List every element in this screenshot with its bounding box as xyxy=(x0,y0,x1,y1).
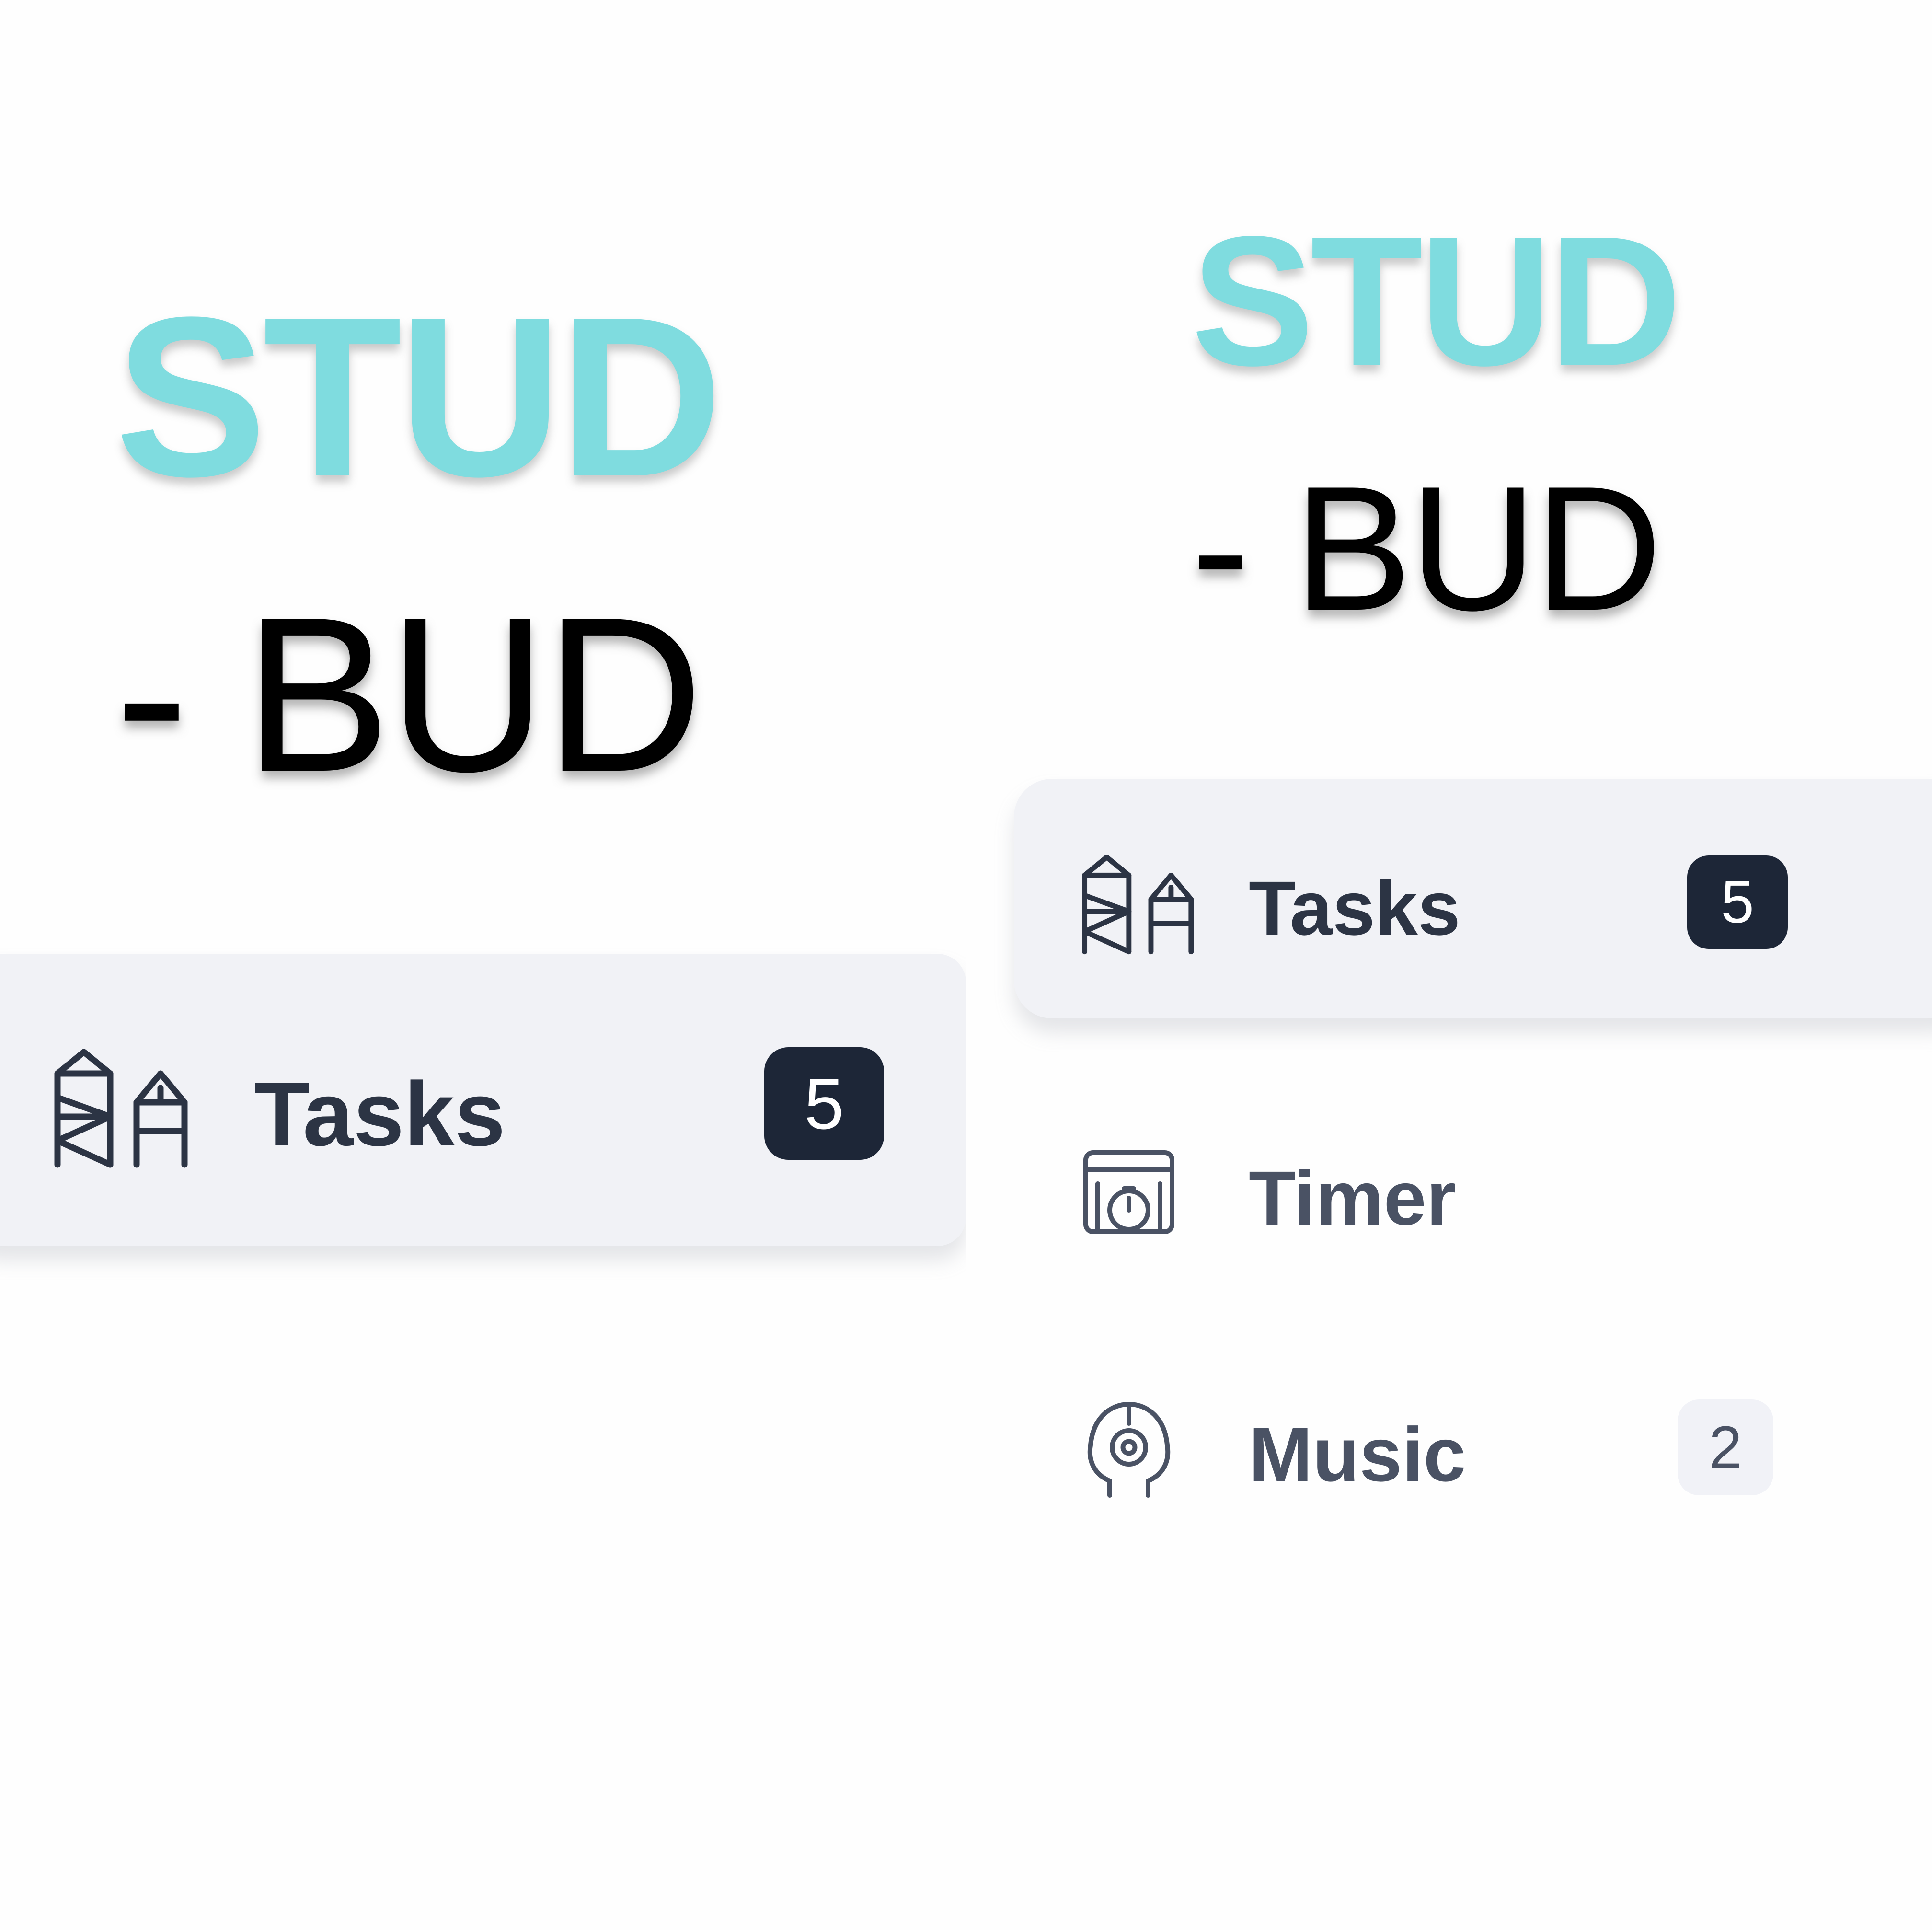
logo-stud-text: STUD xyxy=(115,269,723,524)
sidebar-item-tasks[interactable]: Tasks 5 xyxy=(0,954,966,1246)
sidebar-item-music[interactable]: Music 2 xyxy=(1081,1385,1896,1510)
sidebar-item-tasks[interactable]: Tasks 5 xyxy=(1014,779,1932,1018)
sidebar-item-label: Music xyxy=(1249,1411,1466,1497)
sidebar-item-timer[interactable]: Timer xyxy=(1081,1138,1896,1244)
tasks-count-badge: 5 xyxy=(764,1047,884,1160)
logo-bud-text: - BUD xyxy=(115,572,703,818)
tasks-buildings-icon xyxy=(1082,855,1194,955)
logo-stud-text: STUD xyxy=(1191,197,1682,404)
tasks-buildings-icon xyxy=(54,1049,188,1168)
timer-icon xyxy=(1083,1150,1174,1234)
left-sidebar-panel: STUD - BUD Tasks 5 xyxy=(0,0,966,1930)
logo-bud-text: - BUD xyxy=(1191,450,1662,647)
tasks-count-badge: 5 xyxy=(1687,855,1788,949)
right-sidebar-panel: STUD - BUD Tasks 5 Timer Music 2 xyxy=(966,0,1932,1930)
sidebar-item-label: Tasks xyxy=(1249,865,1460,951)
sidebar-item-label: Tasks xyxy=(254,1063,506,1165)
music-count-badge: 2 xyxy=(1678,1399,1773,1495)
music-icon xyxy=(1087,1402,1171,1498)
sidebar-item-label: Timer xyxy=(1249,1155,1456,1241)
